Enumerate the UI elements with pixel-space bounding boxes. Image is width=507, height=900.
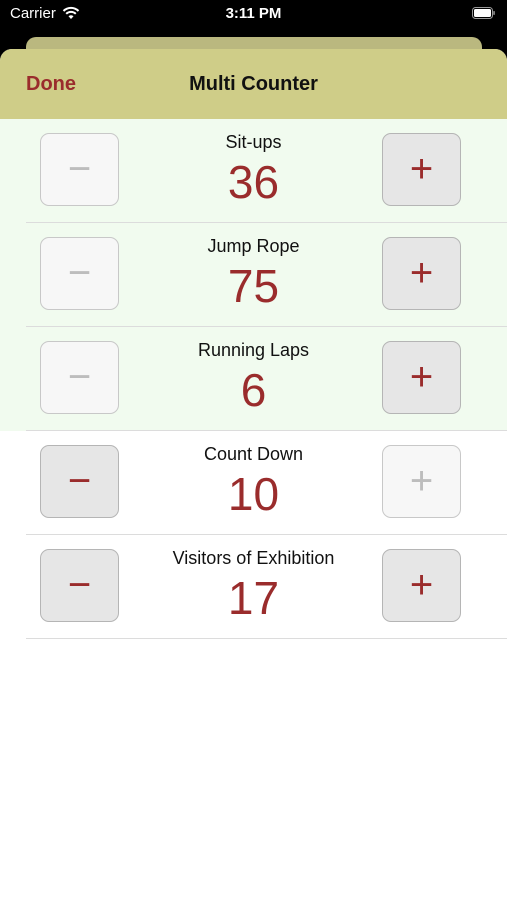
increment-button[interactable]: + <box>382 549 461 622</box>
multi-counter-sheet: Done Multi Counter − Sit-ups 36 + − Jump… <box>0 49 507 900</box>
increment-button[interactable]: + <box>382 341 461 414</box>
increment-button[interactable]: + <box>382 133 461 206</box>
counter-row-sit-ups: − Sit-ups 36 + <box>0 119 507 223</box>
clock: 3:11 PM <box>225 5 282 22</box>
battery-icon <box>472 7 495 19</box>
navigation-bar: Done Multi Counter <box>0 49 507 119</box>
counter-row-jump-rope: − Jump Rope 75 + <box>0 223 507 327</box>
page-title: Multi Counter <box>189 73 318 95</box>
row-divider <box>26 638 507 639</box>
increment-button[interactable]: + <box>382 237 461 310</box>
counter-row-running-laps: − Running Laps 6 + <box>0 327 507 431</box>
counter-row-visitors: − Visitors of Exhibition 17 + <box>0 535 507 639</box>
counter-list: − Sit-ups 36 + − Jump Rope 75 + − Runnin… <box>0 119 507 639</box>
status-bar: Carrier 3:11 PM <box>0 0 507 30</box>
increment-button[interactable]: + <box>382 445 461 518</box>
counter-row-count-down: − Count Down 10 + <box>0 431 507 535</box>
